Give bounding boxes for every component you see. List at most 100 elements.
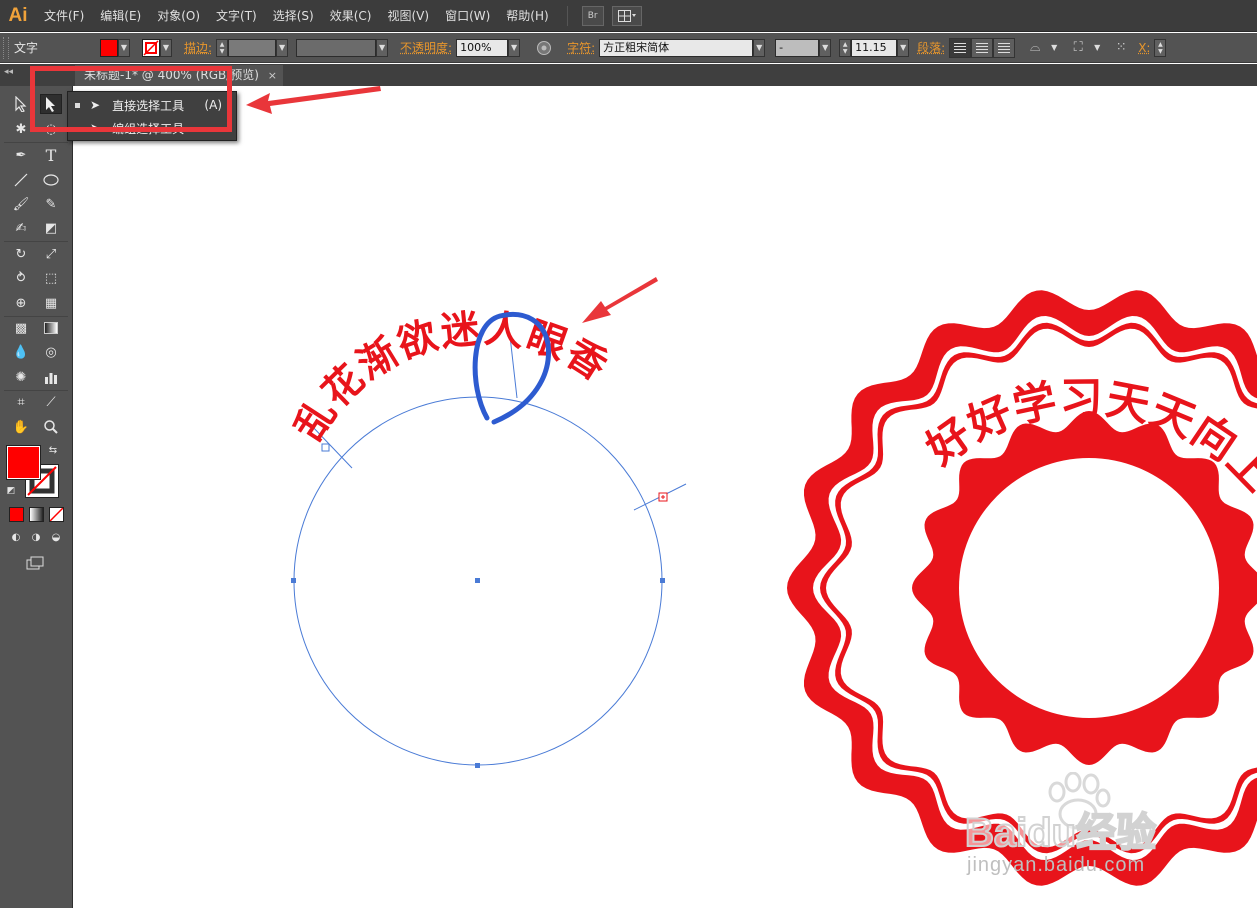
free-transform-tool-icon[interactable]: ⬚ — [40, 268, 62, 288]
align-left-button[interactable] — [949, 37, 972, 58]
menu-object[interactable]: 对象(O) — [149, 0, 208, 32]
variable-width-profile[interactable] — [296, 38, 377, 57]
stroke-swatch[interactable] — [142, 38, 160, 57]
menu-select[interactable]: 选择(S) — [265, 0, 322, 32]
gradient-mode-button[interactable] — [29, 507, 44, 522]
menu-bar: Ai 文件(F) 编辑(E) 对象(O) 文字(T) 选择(S) 效果(C) 视… — [0, 0, 1257, 32]
fill-color-swatch[interactable] — [7, 446, 40, 479]
flyout-item-shortcut: (A) — [204, 98, 222, 112]
opacity-label[interactable]: 不透明度: — [400, 39, 452, 56]
mesh-tool-icon[interactable]: ▩ — [10, 318, 32, 338]
close-icon[interactable]: × — [268, 65, 277, 86]
warp-tool-icon[interactable]: ⥁ — [10, 268, 32, 288]
bridge-button[interactable]: Br — [581, 5, 604, 26]
swap-colors-icon[interactable]: ⇆ — [46, 443, 60, 457]
chevron-down-icon[interactable]: ▼ — [160, 38, 172, 57]
chevron-down-icon[interactable]: ▼ — [508, 38, 521, 57]
chevron-down-icon[interactable]: ▼ — [753, 38, 766, 57]
perspective-grid-tool-icon[interactable]: ▦ — [40, 293, 62, 313]
font-size-stepper[interactable]: ▲ ▼ — [839, 38, 852, 57]
font-style-field[interactable]: - — [775, 38, 820, 57]
menu-effect[interactable]: 效果(C) — [322, 0, 380, 32]
chevron-down-icon[interactable]: ▼ — [1091, 39, 1103, 57]
anchor-point[interactable] — [660, 578, 665, 583]
slice-tool-icon[interactable]: ⟋ — [40, 392, 62, 412]
document-tab[interactable]: 未标题-1* @ 400% (RGB/预览) × — [75, 65, 283, 86]
rotate-tool-icon[interactable]: ↻ — [10, 244, 32, 264]
flyout-group-selection[interactable]: ➤ 编组选择工具 — [68, 117, 236, 139]
hand-tool-icon[interactable]: ✋ — [10, 417, 32, 437]
scale-tool-icon[interactable]: ⤢ — [40, 244, 62, 264]
draw-behind-icon[interactable]: ◑ — [27, 529, 45, 545]
gradient-tool-icon[interactable] — [40, 318, 62, 338]
column-graph-tool-icon[interactable] — [40, 367, 62, 387]
default-colors-icon[interactable]: ◩ — [4, 484, 18, 498]
flyout-direct-selection[interactable]: ➤ 直接选择工具 (A) — [68, 94, 236, 116]
eyedropper-tool-icon[interactable]: 💧 — [10, 342, 32, 362]
blend-tool-icon[interactable]: ◎ — [40, 342, 62, 362]
chevron-down-icon[interactable]: ▼ — [897, 38, 910, 57]
menu-type[interactable]: 文字(T) — [208, 0, 265, 32]
none-mode-button[interactable] — [49, 507, 64, 522]
menu-view[interactable]: 视图(V) — [379, 0, 437, 32]
shape-builder-tool-icon[interactable]: ⊕ — [10, 293, 32, 313]
align-right-button[interactable] — [993, 37, 1016, 58]
align-center-button[interactable] — [971, 37, 994, 58]
recolor-icon[interactable] — [534, 38, 554, 58]
chevron-down-icon[interactable]: ▼ — [819, 38, 832, 57]
stroke-weight-field[interactable] — [228, 38, 277, 57]
x-position-label[interactable]: X: — [1138, 41, 1150, 55]
center-point[interactable] — [475, 578, 480, 583]
selection-tool-icon[interactable] — [10, 94, 32, 114]
x-position-stepper[interactable]: ▲ ▼ — [1154, 38, 1167, 57]
character-label[interactable]: 字符: — [567, 39, 595, 56]
direct-selection-tool-icon[interactable] — [40, 94, 62, 114]
selection-tool-flyout: ➤ 直接选择工具 (A) ➤ 编组选择工具 — [67, 91, 237, 141]
color-mode-button[interactable] — [9, 507, 24, 522]
envelope-distort-icon[interactable]: ⌓ — [1025, 38, 1045, 58]
control-bar: 文字 ▼ ▼ 描边: ▲ ▼ ▼ ▼ 不透明度: 100% ▼ 字符: 方正粗宋简… — [0, 33, 1257, 63]
stroke-label[interactable]: 描边: — [184, 39, 212, 56]
anchor-point[interactable] — [291, 578, 296, 583]
eraser-tool-icon[interactable]: ◩ — [40, 218, 62, 238]
chevron-down-icon[interactable]: ▼ — [1048, 39, 1060, 57]
ellipse-tool-icon[interactable] — [40, 170, 62, 190]
collapse-panel-icon[interactable]: ◂◂ — [4, 67, 13, 77]
fill-swatch[interactable] — [100, 38, 118, 57]
type-tool-icon[interactable]: T — [40, 145, 62, 165]
arrange-documents-button[interactable] — [611, 5, 642, 26]
paintbrush-tool-icon[interactable]: 🖌 — [10, 194, 32, 214]
reference-point-icon[interactable]: ⁙ — [1111, 38, 1131, 58]
artboard-tool-icon[interactable]: ⌗ — [10, 392, 32, 412]
zoom-tool-icon[interactable] — [40, 417, 62, 437]
seal-center — [959, 458, 1219, 718]
pen-tool-icon[interactable]: ✒ — [10, 145, 32, 165]
anchor-point[interactable] — [475, 763, 480, 768]
tools-panel: ✱ ◌ ✒ T 🖌 ✎ ✍ ◩ ↻ ⤢ ⥁ ⬚ ⊕ ▦ ▩ 💧 ◎ ✺ ⌗ ⟋ … — [0, 86, 73, 908]
symbol-sprayer-tool-icon[interactable]: ✺ — [10, 367, 32, 387]
menu-file[interactable]: 文件(F) — [36, 0, 92, 32]
chevron-down-icon[interactable]: ▼ — [376, 38, 389, 57]
chevron-down-icon[interactable]: ▼ — [118, 38, 130, 57]
magic-wand-tool-icon[interactable]: ✱ — [10, 119, 32, 139]
draw-inside-icon[interactable]: ◒ — [47, 529, 65, 545]
chevron-down-icon[interactable]: ▼ — [276, 38, 289, 57]
opacity-field[interactable]: 100% — [456, 38, 509, 57]
font-family-field[interactable]: 方正粗宋简体 — [599, 38, 754, 57]
pencil-tool-icon[interactable]: ✎ — [40, 194, 62, 214]
stroke-stepper[interactable]: ▲ ▼ — [216, 38, 229, 57]
line-tool-icon[interactable] — [10, 170, 32, 190]
lasso-tool-icon[interactable]: ◌ — [40, 119, 62, 139]
blob-brush-tool-icon[interactable]: ✍ — [10, 218, 32, 238]
font-size-field[interactable]: 11.15 — [851, 38, 898, 57]
menu-help[interactable]: 帮助(H) — [498, 0, 556, 32]
grip-icon[interactable] — [3, 36, 9, 59]
paragraph-label[interactable]: 段落: — [917, 39, 945, 56]
document-tab-title: 未标题-1* @ 400% (RGB/预览) — [84, 68, 259, 82]
screen-mode-icon[interactable] — [24, 554, 46, 572]
draw-normal-icon[interactable]: ◐ — [7, 529, 25, 545]
menu-edit[interactable]: 编辑(E) — [92, 0, 149, 32]
menu-window[interactable]: 窗口(W) — [437, 0, 498, 32]
transform-icon[interactable]: ⛶ — [1068, 38, 1088, 58]
arc-text[interactable]: 乱花渐欲迷人眼香 — [286, 305, 617, 448]
